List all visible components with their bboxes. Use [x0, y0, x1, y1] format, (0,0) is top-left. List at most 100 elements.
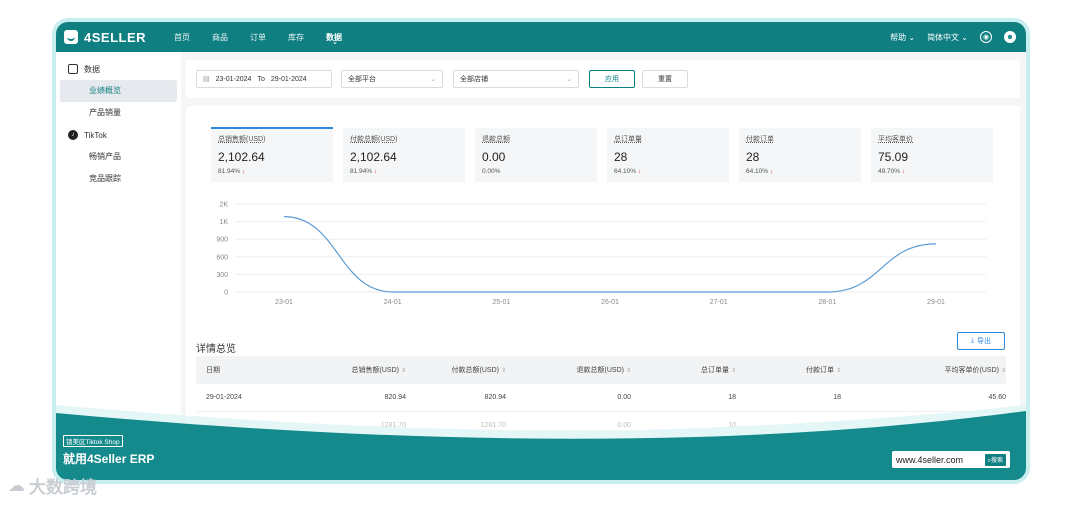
- y-tick-label: 1K: [219, 219, 228, 226]
- store-select[interactable]: 全部店铺 ⌄: [453, 70, 579, 88]
- metric-card-avg-order-value[interactable]: 平均客单价 75.09 49.70% ↓: [871, 128, 993, 182]
- metric-value: 28: [614, 150, 628, 164]
- metric-change: 81.94%: [350, 168, 373, 175]
- x-tick-label: 28-01: [818, 299, 836, 306]
- metric-label: 总销售额(USD): [218, 136, 266, 143]
- metric-change: 49.70%: [878, 168, 901, 175]
- x-tick-label: 24-01: [384, 299, 402, 306]
- chevron-down-icon: ⌄: [566, 76, 572, 83]
- date-start: 23-01-2024: [215, 75, 252, 83]
- cell-total-sales: 820.94: [384, 394, 406, 401]
- x-tick-label: 23-01: [275, 299, 293, 306]
- logo-bag-icon: [64, 30, 78, 44]
- platform-value: 全部平台: [348, 76, 376, 83]
- col-label: 付款总额(USD): [451, 367, 499, 374]
- promo-tag: 锁美区Tiktok Shop: [63, 435, 123, 447]
- nav-home[interactable]: 首页: [174, 32, 190, 43]
- user-avatar-icon[interactable]: ☻: [1004, 31, 1016, 43]
- watermark-logo-icon: ☁: [8, 475, 25, 495]
- sales-line-chart: 0 300 600 900 1K 2K 23-01 24-01 25-01 26-01 27-01 2…: [216, 202, 986, 306]
- download-icon: ⤓: [970, 337, 975, 344]
- details-title: 详情总览: [196, 344, 236, 355]
- col-label: 总销售额(USD): [351, 367, 399, 374]
- y-tick-label: 2K: [219, 202, 228, 209]
- filter-bar: ▤ 23-01-2024 To 29-01-2024 全部平台 ⌄ 全部店铺 ⌄…: [186, 60, 1020, 98]
- promo-search-box[interactable]: www.4seller.com ⌕搜索: [892, 451, 1010, 468]
- metric-value: 0.00: [482, 150, 506, 164]
- col-label: 付款订单: [805, 367, 834, 374]
- metric-label: 平均客单价: [878, 136, 913, 143]
- y-tick-label: 300: [216, 272, 228, 279]
- settings-icon[interactable]: ◉: [980, 31, 992, 43]
- col-date: 日期: [206, 367, 220, 374]
- language-menu[interactable]: 简体中文 ⌄: [927, 32, 968, 43]
- sidebar-item-product-sales[interactable]: 产品销量: [60, 102, 177, 124]
- col-avg-order-value[interactable]: 平均客单价(USD) ⇕: [841, 365, 1006, 375]
- y-tick-label: 0: [224, 290, 228, 297]
- metric-label: 付款订单: [746, 136, 774, 143]
- col-payment-total[interactable]: 付款总额(USD) ⇕: [406, 365, 506, 375]
- metric-change: 64.10%: [746, 168, 769, 175]
- cell-date: 29-01-2024: [206, 394, 242, 401]
- store-value: 全部店铺: [460, 76, 488, 83]
- metric-label: 总订单量: [614, 136, 642, 143]
- sidebar-item-competitor-tracking[interactable]: 竞品跟踪: [60, 168, 177, 190]
- logo-text: 4SELLER: [84, 29, 147, 45]
- sidebar-item-performance[interactable]: 业绩概览: [60, 80, 177, 102]
- col-total-sales[interactable]: 总销售额(USD) ⇕: [286, 365, 406, 375]
- app-window: 4SELLER 首页 商品 订单 库存 数据 帮助 ⌄ 简体中文 ⌄ ◉ ☻ 数…: [56, 22, 1026, 480]
- main-nav: 首页 商品 订单 库存 数据: [174, 32, 342, 46]
- series-line: [283, 216, 937, 293]
- apply-button[interactable]: 应用: [589, 70, 635, 88]
- col-refund-total[interactable]: 退款总额(USD) ⇕: [506, 365, 631, 375]
- watermark: ☁ 大数跨境: [8, 473, 97, 498]
- cell-avg-order-value: 45.60: [988, 394, 1006, 401]
- calendar-icon: ▤: [203, 76, 210, 83]
- tiktok-icon: ♪: [68, 130, 78, 140]
- arrow-down-icon: ↓: [769, 168, 774, 175]
- export-label: 导出: [977, 338, 992, 345]
- platform-select[interactable]: 全部平台 ⌄: [341, 70, 443, 88]
- metric-card-payment-total[interactable]: 付款总额(USD) 2,102.64 81.94% ↓: [343, 128, 465, 182]
- col-label: 平均客单价(USD): [944, 367, 999, 374]
- metric-value: 28: [746, 150, 760, 164]
- top-navigation-bar: 4SELLER 首页 商品 订单 库存 数据 帮助 ⌄ 简体中文 ⌄ ◉ ☻: [56, 22, 1026, 52]
- nav-orders[interactable]: 订单: [250, 32, 266, 43]
- cell-payment-total: 820.94: [484, 394, 506, 401]
- metric-card-refund-total[interactable]: 退款总额 0.00 0.00%: [475, 128, 597, 182]
- y-tick-label: 900: [216, 237, 228, 244]
- watermark-text: 大数跨境: [29, 478, 97, 497]
- table-header: 日期 总销售额(USD) ⇕ 付款总额(USD) ⇕ 退款总额(USD) ⇕ 总订单量…: [196, 356, 1006, 384]
- promo-search-button[interactable]: ⌕搜索: [984, 453, 1006, 466]
- date-end: 29-01-2024: [270, 75, 307, 83]
- sidebar-item-bestsellers[interactable]: 畅销产品: [60, 146, 177, 168]
- promo-headline: 就用4Seller ERP: [63, 452, 155, 466]
- reset-button[interactable]: 重置: [642, 70, 688, 88]
- nav-data[interactable]: 数据: [326, 32, 342, 46]
- x-tick-label: 25-01: [492, 299, 510, 306]
- sidebar-group-data[interactable]: 数据: [56, 58, 181, 80]
- col-paid-orders[interactable]: 付款订单 ⇕: [736, 365, 841, 375]
- metric-change: 81.94%: [218, 168, 241, 175]
- export-button[interactable]: ⤓ 导出: [957, 332, 1005, 350]
- nav-products[interactable]: 商品: [212, 32, 228, 43]
- metric-value: 2,102.64: [350, 150, 397, 164]
- chevron-down-icon: ⌄: [430, 76, 436, 83]
- metric-value: 2,102.64: [218, 150, 265, 164]
- date-range-picker[interactable]: ▤ 23-01-2024 To 29-01-2024: [196, 70, 332, 88]
- metric-change: 64.10%: [614, 168, 637, 175]
- help-menu[interactable]: 帮助 ⌄: [890, 32, 915, 43]
- metric-card-paid-orders[interactable]: 付款订单 28 64.10% ↓: [739, 128, 861, 182]
- metric-card-total-orders[interactable]: 总订单量 28 64.10% ↓: [607, 128, 729, 182]
- arrow-down-icon: ↓: [373, 168, 378, 175]
- cell-paid-orders: 18: [833, 394, 841, 401]
- logo[interactable]: 4SELLER: [64, 30, 174, 45]
- col-label: 退款总额(USD): [576, 367, 624, 374]
- sidebar-group-tiktok[interactable]: ♪ TikTok: [56, 124, 181, 146]
- nav-inventory[interactable]: 库存: [288, 32, 304, 43]
- metric-value: 75.09: [878, 150, 909, 164]
- arrow-down-icon: ↓: [241, 168, 246, 175]
- col-total-orders[interactable]: 总订单量 ⇕: [631, 365, 736, 375]
- metric-card-total-sales[interactable]: 总销售额(USD) 2,102.64 81.94% ↓: [211, 127, 333, 182]
- chart-icon: [68, 64, 78, 74]
